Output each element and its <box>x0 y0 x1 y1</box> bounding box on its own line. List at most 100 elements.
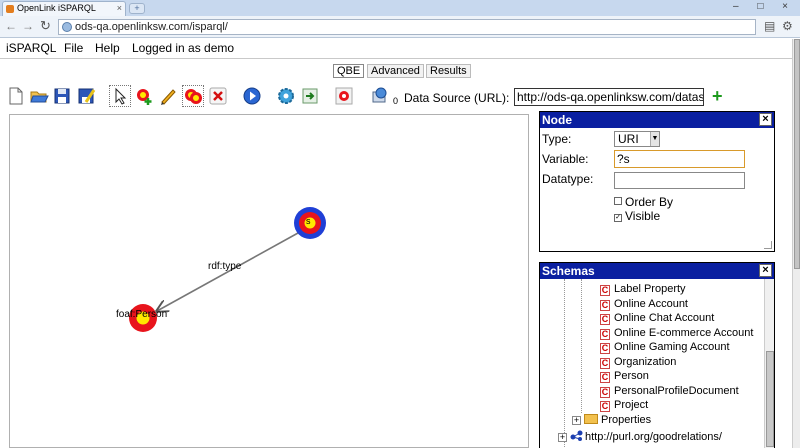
class-icon: C <box>600 329 610 340</box>
type-select-value: URI <box>618 132 639 146</box>
type-select[interactable]: URI ▼ <box>614 131 660 147</box>
node-panel-close-icon[interactable]: × <box>759 113 772 126</box>
menu-file[interactable]: File <box>64 41 83 55</box>
settings-gear-icon[interactable] <box>276 86 296 106</box>
url-field[interactable]: ods-qa.openlinksw.com/isparql/ <box>58 19 756 35</box>
back-arrow-icon[interactable]: ← <box>5 19 17 33</box>
edge-label: rdf:type <box>208 261 242 272</box>
data-source-label: Data Source (URL): <box>404 91 510 105</box>
qbe-canvas[interactable]: rdf:type foaf:Person s <box>9 114 529 448</box>
window-controls[interactable]: – □ × <box>733 1 796 12</box>
forward-arrow-icon[interactable]: → <box>22 19 34 33</box>
save-as-icon[interactable] <box>76 86 96 106</box>
order-by-checkbox-box[interactable] <box>614 197 622 205</box>
schema-class-item[interactable]: C Online Chat Account <box>600 312 714 325</box>
class-icon: C <box>600 358 610 369</box>
schema-class-item[interactable]: C Person <box>600 370 649 383</box>
variable-input[interactable]: ?s <box>614 150 745 168</box>
schema-class-item[interactable]: C Label Property <box>600 283 686 296</box>
save-icon[interactable] <box>52 86 72 106</box>
dataset-count: 0 <box>393 96 399 106</box>
expand-icon[interactable]: + <box>572 416 581 425</box>
order-by-checkbox[interactable]: Order By <box>614 195 673 209</box>
node-panel-title: Node <box>542 113 572 127</box>
class-icon: C <box>600 401 610 412</box>
browser-tab[interactable]: OpenLink iSPARQL × <box>2 1 126 16</box>
schemas-scrollbar[interactable] <box>764 279 774 448</box>
chevron-down-icon: ▼ <box>650 132 659 146</box>
schema-class-item[interactable]: C Online E-commerce Account <box>600 327 753 340</box>
login-status: Logged in as demo <box>132 41 235 55</box>
class-icon: C <box>600 343 610 354</box>
tab-results[interactable]: Results <box>426 64 471 78</box>
class-icon: C <box>600 300 610 311</box>
subject-node-label: s <box>306 216 311 226</box>
tab-close-icon[interactable]: × <box>117 2 122 15</box>
import-icon[interactable] <box>300 86 320 106</box>
schema-class-item[interactable]: C PersonalProfileDocument <box>600 385 739 398</box>
select-pointer-icon[interactable] <box>109 85 131 107</box>
schema-class-label: Online Gaming Account <box>614 341 730 353</box>
properties-label: Properties <box>601 414 652 426</box>
browser-tab-bar: OpenLink iSPARQL × + – □ × <box>0 0 800 16</box>
new-query-icon[interactable] <box>6 86 26 106</box>
schema-class-item[interactable]: C Online Gaming Account <box>600 341 730 354</box>
schema-class-item[interactable]: C Project <box>600 399 648 412</box>
wrench-icon[interactable]: ⚙ <box>782 19 793 33</box>
menu-help[interactable]: Help <box>95 41 120 55</box>
group-nodes-icon[interactable] <box>182 85 204 107</box>
dataset-icon[interactable] <box>370 86 390 106</box>
graph-view-icon[interactable] <box>334 86 354 106</box>
rdf-schema-icon <box>570 430 583 441</box>
add-node-icon[interactable] <box>134 86 154 106</box>
qbe-toolbar: 0 Data Source (URL): http://ods-qa.openl… <box>0 82 792 110</box>
schemas-panel-title: Schemas <box>542 264 595 278</box>
reload-icon[interactable]: ↻ <box>40 18 51 34</box>
app-menu-bar: iSPARQL File Help Logged in as demo <box>0 39 792 59</box>
mode-tabs: QBE Advanced Results <box>0 60 792 80</box>
resize-grip-icon[interactable] <box>764 241 772 249</box>
schema-tree: C Label Property C Online Account C Online … <box>540 279 764 448</box>
schemas-panel-close-icon[interactable]: × <box>759 264 772 277</box>
visible-checkbox[interactable]: ✓ Visible <box>614 209 660 223</box>
openlink-favicon-icon <box>6 5 14 13</box>
page-scroll-thumb[interactable] <box>794 39 800 269</box>
variable-label: Variable: <box>542 152 589 166</box>
open-folder-icon[interactable] <box>29 86 49 106</box>
add-data-source-icon[interactable]: + <box>712 87 723 105</box>
class-icon: C <box>600 372 610 383</box>
schemas-scroll-thumb[interactable] <box>766 351 774 447</box>
order-by-label: Order By <box>625 195 674 209</box>
schema-class-label: Project <box>614 399 649 411</box>
schema-class-item[interactable]: C Organization <box>600 356 676 369</box>
type-label: Type: <box>542 132 572 146</box>
rdf-type-edge[interactable] <box>157 232 299 311</box>
datatype-label: Datatype: <box>542 172 594 186</box>
tree-guide-line <box>564 279 565 448</box>
datatype-input[interactable] <box>614 172 745 189</box>
node-panel: Node × Type: URI ▼ Variable: ?s Datatype… <box>539 111 775 252</box>
schema-class-label: Online E-commerce Account <box>614 327 754 339</box>
page-scrollbar[interactable] <box>792 39 800 448</box>
tab-qbe[interactable]: QBE <box>333 64 365 78</box>
schema-item-goodrelations[interactable]: + http://purl.org/goodrelations/ <box>558 430 722 443</box>
tab-advanced[interactable]: Advanced <box>367 64 424 78</box>
properties-folder[interactable]: + Properties <box>572 414 651 426</box>
draw-edge-pencil-icon[interactable] <box>158 86 178 106</box>
new-tab-button[interactable]: + <box>129 3 145 14</box>
delete-icon[interactable] <box>208 86 228 106</box>
schemas-panel-header: Schemas × <box>540 263 774 279</box>
schema-class-label: Organization <box>614 356 677 368</box>
schema-url-label: http://purl.org/goodrelations/ <box>585 431 722 443</box>
url-text: ods-qa.openlinksw.com/isparql/ <box>75 21 228 33</box>
schema-class-item[interactable]: C Online Account <box>600 298 688 311</box>
menu-isparql[interactable]: iSPARQL <box>6 41 56 55</box>
tree-guide-line <box>581 279 582 413</box>
visible-checkbox-box[interactable]: ✓ <box>614 214 622 222</box>
class-icon: C <box>600 387 610 398</box>
expand-icon[interactable]: + <box>558 433 567 442</box>
page-menu-icon[interactable]: ▤ <box>764 19 775 33</box>
class-icon: C <box>600 314 610 325</box>
run-query-icon[interactable] <box>242 86 262 106</box>
data-source-input[interactable]: http://ods-qa.openlinksw.com/dataspace <box>514 88 704 106</box>
